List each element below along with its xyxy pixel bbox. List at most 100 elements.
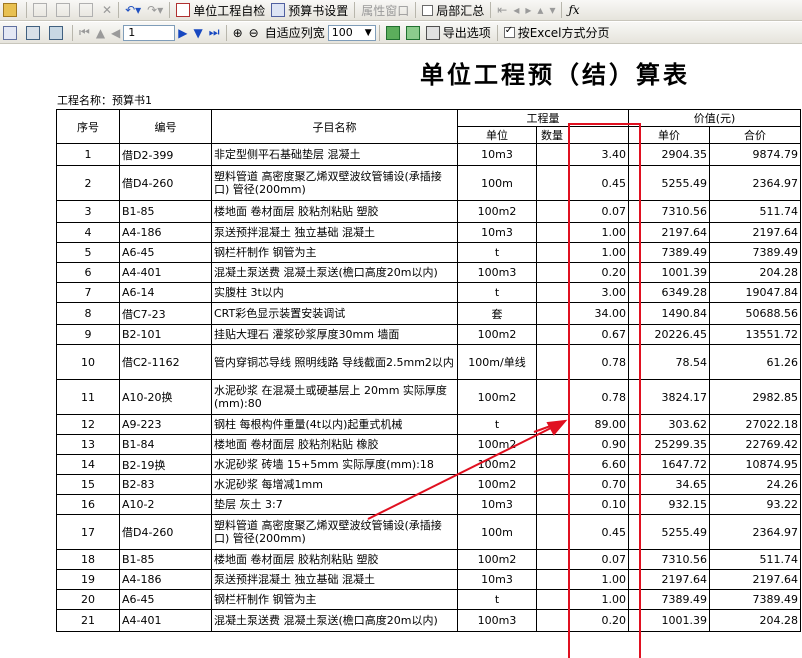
toolbar-separator (561, 2, 563, 18)
cell-qty: 0.45 (536, 165, 629, 201)
table-row: 1 借D2-399 非定型侧平石基础垫层 混凝土 10m3 3.40 2904.35 987… (56, 143, 801, 166)
cell-total: 27022.18 (709, 414, 801, 435)
back-page-icon[interactable]: ◀ (109, 24, 122, 42)
cell-unit: 100m2 (457, 454, 537, 475)
auto-fit-columns-button[interactable]: 自适应列宽 (263, 24, 327, 42)
table-row: 5 A6-45 钢栏杆制作 钢管为主 t 1.00 7389.49 7389.49 (56, 242, 801, 263)
cell-price: 7310.56 (628, 200, 710, 223)
attr-window-button[interactable]: 属性窗口 (359, 1, 411, 19)
redo-icon[interactable]: ↷▾ (145, 1, 165, 19)
cell-price: 3824.17 (628, 379, 710, 415)
next-page-icon[interactable]: ▼ (192, 24, 205, 42)
cell-name: 泵送预拌混凝土 独立基础 混凝土 (211, 569, 458, 590)
report-toolbar: ⏮ ▲ ◀ 1 ▶ ▼ ⏭ ⊕ ⊖ 自适应列宽 100 ▼ 导出选项 按Exce… (0, 22, 802, 44)
table-row: 16 A10-2 垫层 灰土 3:7 10m3 0.10 932.15 93.22 (56, 494, 801, 515)
cell-no: 13 (56, 434, 120, 455)
cell-qty: 0.10 (536, 494, 629, 515)
export-options-label: 导出选项 (442, 26, 491, 40)
cell-name: 钢栏杆制作 钢管为主 (211, 589, 458, 610)
single-page-icon[interactable] (24, 24, 45, 42)
cell-code: A4-186 (119, 222, 212, 243)
cell-no: 20 (56, 589, 120, 610)
first-page-icon[interactable]: ⏮ (77, 24, 92, 42)
delete-icon[interactable]: ✕ (100, 1, 114, 19)
report-page: 单位工程预（结）算表 工程名称：预算书1 序号 编号 子目名称 工程量 价值(元… (0, 45, 802, 658)
table-row: 14 B2-19换 水泥砂浆 砖墙 15+5mm 实际厚度(mm):18 100m2 6… (56, 454, 801, 475)
previous-page-icon[interactable]: ▲ (94, 24, 107, 42)
budget-settings-button[interactable]: 预算书设置 (269, 1, 350, 19)
header-qty: 数量 (536, 126, 629, 144)
cell-no: 18 (56, 549, 120, 570)
move-down-icon[interactable]: ▾ (547, 1, 557, 19)
export-sheet-icon[interactable] (404, 24, 422, 42)
self-check-button[interactable]: 单位工程自检 (174, 1, 267, 19)
excel-paging-toggle[interactable]: 按Excel方式分页 (502, 24, 612, 42)
cut-icon[interactable] (31, 1, 52, 19)
header-value-group: 价值(元) (628, 109, 801, 127)
cell-code: A6-45 (119, 589, 212, 610)
cell-code: B1-85 (119, 200, 212, 223)
table-row: 20 A6-45 钢栏杆制作 钢管为主 t 1.00 7389.49 7389.49 (56, 589, 801, 610)
cell-name: 非定型侧平石基础垫层 混凝土 (211, 143, 458, 166)
cell-name: 挂贴大理石 灌浆砂浆厚度30mm 墙面 (211, 324, 458, 345)
cell-name: 钢栏杆制作 钢管为主 (211, 242, 458, 263)
header-no: 序号 (56, 109, 120, 144)
cell-unit: 100m (457, 165, 537, 201)
zoom-value: 100 (331, 26, 353, 39)
cell-price: 303.62 (628, 414, 710, 435)
cell-qty: 3.00 (536, 282, 629, 303)
cell-unit: 100m3 (457, 262, 537, 283)
open-icon[interactable] (1, 1, 22, 19)
forward-page-icon[interactable]: ▶ (176, 24, 189, 42)
table-row: 12 A9-223 钢柱 每根构件重量(4t以内)起重式机械 t 89.00 303.62… (56, 414, 801, 435)
partial-summary-toggle[interactable]: 局部汇总 (420, 1, 486, 19)
export-options-button[interactable]: 导出选项 (424, 24, 493, 42)
cell-price: 1647.72 (628, 454, 710, 475)
cell-unit: t (457, 282, 537, 303)
partial-summary-checkbox[interactable] (422, 4, 434, 16)
cell-no: 14 (56, 454, 120, 475)
page-number-input[interactable]: 1 (123, 24, 176, 41)
cell-total: 2364.97 (709, 514, 801, 550)
cell-name: 实腹柱 3t以内 (211, 282, 458, 303)
print-preview-icon[interactable] (1, 24, 22, 42)
cell-price: 1490.84 (628, 302, 710, 325)
cell-no: 5 (56, 242, 120, 263)
function-icon[interactable]: ƒx (566, 1, 581, 19)
zoom-select[interactable]: 100 ▼ (327, 24, 376, 41)
copy-icon[interactable] (54, 1, 75, 19)
cell-no: 11 (56, 379, 120, 415)
cell-unit: 10m3 (457, 143, 537, 166)
cell-total: 19047.84 (709, 282, 801, 303)
cell-name: 混凝土泵送费 混凝土泵送(檐口高度20m以内) (211, 262, 458, 283)
move-up-icon[interactable]: ▴ (535, 1, 545, 19)
cell-total: 204.28 (709, 262, 801, 283)
cell-name: 楼地面 卷材面层 胶粘剂粘贴 橡胶 (211, 434, 458, 455)
cell-unit: t (457, 242, 537, 263)
cell-no: 2 (56, 165, 120, 201)
toolbar-separator (118, 2, 120, 18)
excel-paging-label: 按Excel方式分页 (517, 26, 610, 40)
move-first-icon[interactable]: ⇤ (495, 1, 509, 19)
project-name: 工程名称：预算书1 (57, 94, 152, 107)
cell-price: 1001.39 (628, 262, 710, 283)
cell-total: 22769.42 (709, 434, 801, 455)
table-row: 4 A4-186 泵送预拌混凝土 独立基础 混凝土 10m3 1.00 2197.64 21… (56, 222, 801, 243)
move-right-icon[interactable]: ▸ (523, 1, 533, 19)
cell-total: 10874.95 (709, 454, 801, 475)
table-row: 19 A4-186 泵送预拌混凝土 独立基础 混凝土 10m3 1.00 2197.64 2… (56, 569, 801, 590)
paste-icon[interactable] (77, 1, 98, 19)
cell-qty: 0.67 (536, 324, 629, 345)
zoom-out-icon[interactable]: ⊖ (247, 24, 261, 42)
move-left-icon[interactable]: ◂ (511, 1, 521, 19)
cell-name: 垫层 灰土 3:7 (211, 494, 458, 515)
multi-page-icon[interactable] (47, 24, 68, 42)
undo-icon[interactable]: ↶▾ (123, 1, 143, 19)
cell-code: 借D4-260 (119, 165, 212, 201)
cell-price: 7389.49 (628, 589, 710, 610)
export-excel-icon[interactable] (384, 24, 402, 42)
zoom-in-icon[interactable]: ⊕ (231, 24, 245, 42)
last-page-icon[interactable]: ⏭ (207, 24, 222, 42)
cell-price: 2197.64 (628, 222, 710, 243)
excel-paging-checkbox[interactable] (503, 25, 515, 38)
